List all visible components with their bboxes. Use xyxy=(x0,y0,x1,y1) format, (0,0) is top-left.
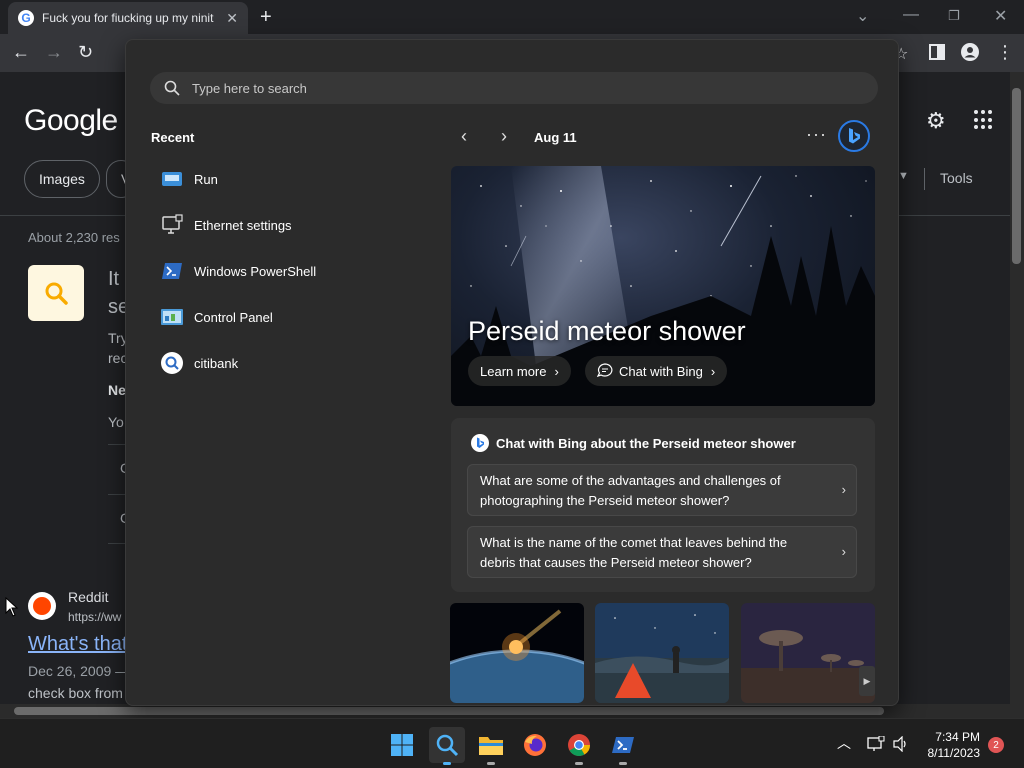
result-url[interactable]: https://ww xyxy=(68,610,121,624)
chevron-right-icon: › xyxy=(841,544,846,559)
chat-card-heading: Chat with Bing about the Perseid meteor … xyxy=(471,434,796,452)
bing-icon xyxy=(471,434,489,452)
chevron-right-icon: › xyxy=(841,482,846,497)
chevron-right-icon[interactable]: › xyxy=(501,126,507,147)
highlight-date: Aug 11 xyxy=(534,130,577,145)
google-apps-icon[interactable] xyxy=(974,110,994,130)
recent-item-label: Ethernet settings xyxy=(194,217,292,233)
forward-icon[interactable]: → xyxy=(45,42,63,63)
taskbar-search-icon[interactable] xyxy=(429,727,465,765)
search-icon xyxy=(160,351,184,375)
caret-down-icon[interactable]: ▼ xyxy=(898,170,909,182)
chat-with-bing-button[interactable]: Chat with Bing › xyxy=(585,356,728,386)
chevron-left-icon[interactable]: ‹ xyxy=(461,126,467,147)
system-clock[interactable]: 7:34 PM 8/11/2023 xyxy=(920,729,981,761)
chevron-right-icon: › xyxy=(710,363,716,379)
recent-item-run[interactable]: Run xyxy=(160,161,218,197)
chevron-up-icon[interactable]: ︿ xyxy=(837,733,851,753)
tab-title: Fuck you for fiucking up my ninit xyxy=(42,11,214,25)
thumbnail-meteor-earth[interactable] xyxy=(450,603,584,703)
magnifier-icon xyxy=(28,265,84,321)
vertical-scroll-thumb[interactable] xyxy=(1012,88,1021,264)
chevron-down-icon[interactable]: ⌄ xyxy=(856,6,869,26)
side-panel-icon[interactable] xyxy=(929,44,945,65)
recent-item-ethernet-settings[interactable]: Ethernet settings xyxy=(160,207,292,243)
scroll-right-icon[interactable]: ▶ xyxy=(859,666,875,696)
new-tab-button[interactable]: + xyxy=(260,6,272,29)
snippet-fragment: Yo xyxy=(108,414,124,430)
thumbnail-camping-night[interactable] xyxy=(595,603,729,703)
clock-date: 8/11/2023 xyxy=(927,746,981,760)
run-icon xyxy=(160,167,184,191)
windows-start-icon[interactable] xyxy=(384,727,420,763)
hero-title: Perseid meteor shower xyxy=(468,316,746,346)
clock-time: 7:34 PM xyxy=(935,730,980,744)
thumbnail-radio-telescopes[interactable] xyxy=(741,603,875,703)
close-window-icon[interactable]: ✕ xyxy=(994,6,1007,26)
reload-icon[interactable]: ↻ xyxy=(78,42,93,63)
back-icon[interactable]: ← xyxy=(12,42,30,63)
windows-taskbar: ︿ 7:34 PM 8/11/2023 2 xyxy=(0,718,1024,768)
chat-with-bing-label: Chat with Bing xyxy=(619,363,703,379)
notification-badge[interactable]: 2 xyxy=(988,737,1004,753)
powershell-icon[interactable] xyxy=(605,727,641,765)
file-explorer-icon[interactable] xyxy=(473,727,509,765)
profile-icon[interactable] xyxy=(961,43,979,66)
windows-search-flyout: Recent Run Ethernet settings Windows Pow… xyxy=(125,39,899,706)
result-snippet: check box from xyxy=(28,685,123,701)
powershell-icon xyxy=(160,259,184,283)
search-input[interactable] xyxy=(192,80,792,96)
close-tab-icon[interactable]: ✕ xyxy=(226,10,238,27)
recent-item-label: Windows PowerShell xyxy=(194,263,317,279)
minimize-icon[interactable]: — xyxy=(903,6,919,24)
search-icon xyxy=(164,80,180,96)
snippet-fragment: Ne xyxy=(108,382,126,398)
suggested-question[interactable]: What are some of the advantages and chal… xyxy=(467,464,857,516)
google-g-icon: G xyxy=(18,10,34,26)
reddit-icon xyxy=(28,592,56,620)
result-site-name: Reddit xyxy=(68,589,109,605)
snippet-fragment: It xyxy=(108,268,120,290)
restore-icon[interactable]: ❐ xyxy=(948,8,960,24)
chat-card-heading-text: Chat with Bing about the Perseid meteor … xyxy=(496,435,796,451)
more-options-icon[interactable]: ··· xyxy=(806,124,827,145)
menu-kebab-icon[interactable]: ⋮ xyxy=(996,42,1014,63)
result-stats: About 2,230 res xyxy=(28,230,120,245)
search-box[interactable] xyxy=(150,72,878,104)
hero-image-card[interactable]: Perseid meteor shower Learn more › Chat … xyxy=(451,166,875,406)
mouse-cursor-icon xyxy=(5,597,19,617)
chat-suggestions-card: Chat with Bing about the Perseid meteor … xyxy=(451,418,875,592)
chevron-right-icon: › xyxy=(554,363,559,379)
recent-item-label: Control Panel xyxy=(194,309,273,325)
ethernet-settings-icon xyxy=(160,213,184,237)
recent-item-citibank[interactable]: citibank xyxy=(160,345,238,381)
control-panel-icon xyxy=(160,305,184,329)
recent-item-label: Run xyxy=(194,171,218,187)
chat-bubble-icon xyxy=(596,362,613,380)
recent-item-label: citibank xyxy=(194,355,239,371)
horizontal-scroll-thumb[interactable] xyxy=(14,707,884,715)
browser-tab-strip: G Fuck you for fiucking up my ninit ✕ + … xyxy=(0,0,1024,34)
result-date: Dec 26, 2009 — xyxy=(28,663,130,679)
question-text: What are some of the advantages and chal… xyxy=(480,473,781,508)
bing-icon[interactable] xyxy=(838,120,870,152)
question-text: What is the name of the comet that leave… xyxy=(480,535,788,570)
network-icon[interactable] xyxy=(867,735,885,755)
learn-more-label: Learn more xyxy=(480,363,547,379)
recent-item-control-panel[interactable]: Control Panel xyxy=(160,299,273,335)
volume-icon[interactable] xyxy=(893,735,909,755)
recent-item-windows-powershell[interactable]: Windows PowerShell xyxy=(160,253,316,289)
chip-images[interactable]: Images xyxy=(24,160,100,198)
suggested-question[interactable]: What is the name of the comet that leave… xyxy=(467,526,857,578)
tools-divider xyxy=(924,168,925,190)
recent-heading: Recent xyxy=(151,130,195,145)
gear-icon[interactable]: ⚙ xyxy=(926,108,946,134)
browser-tab[interactable]: G Fuck you for fiucking up my ninit ✕ xyxy=(8,2,248,34)
google-logo[interactable]: Google xyxy=(24,104,118,138)
learn-more-button[interactable]: Learn more › xyxy=(468,356,571,386)
firefox-icon[interactable] xyxy=(517,727,553,763)
result-title-link[interactable]: What's that xyxy=(28,633,127,656)
tools-button[interactable]: Tools xyxy=(940,170,973,186)
chrome-icon[interactable] xyxy=(561,727,597,765)
